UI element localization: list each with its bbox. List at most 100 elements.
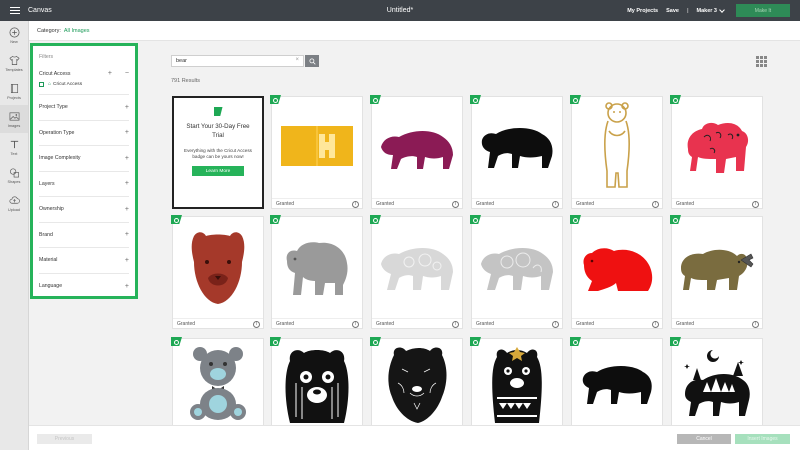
cancel-button[interactable]: Cancel	[677, 434, 731, 444]
app-title: Canvas	[28, 7, 52, 14]
image-card[interactable]	[470, 337, 563, 438]
filter-ownership[interactable]: Ownership +	[39, 197, 129, 223]
expand-icon[interactable]: +	[125, 231, 129, 238]
card-status: Granted	[676, 200, 695, 207]
make-it-button[interactable]: Make It	[736, 4, 790, 17]
shirt-icon	[8, 55, 20, 65]
rail-label: Text	[10, 151, 18, 156]
bear-head-sketch-image	[372, 339, 462, 427]
filter-operation-type[interactable]: Operation Type +	[39, 121, 129, 146]
filter-language[interactable]: Language +	[39, 274, 129, 300]
filter-label: Language	[39, 283, 63, 290]
search-button[interactable]	[305, 55, 319, 67]
image-card[interactable]: Granted i	[670, 215, 763, 329]
menu-icon[interactable]	[10, 6, 20, 15]
filter-label: Brand	[39, 231, 53, 238]
info-icon[interactable]: i	[752, 200, 759, 208]
image-card[interactable]	[570, 337, 663, 438]
card-status: Granted	[676, 320, 695, 327]
info-icon[interactable]: i	[552, 200, 559, 208]
plus-circle-icon	[9, 27, 19, 37]
image-card[interactable]: Granted i	[270, 95, 363, 209]
black-bear-image	[472, 97, 562, 195]
grid-view-icon[interactable]	[756, 56, 767, 67]
image-card[interactable]: Granted i	[570, 215, 663, 329]
filter-label: Image Complexity	[39, 155, 81, 162]
image-card[interactable]	[670, 337, 763, 438]
expand-icon[interactable]: +	[125, 155, 129, 162]
save-link[interactable]: Save	[666, 8, 679, 14]
image-card[interactable]: Granted i	[570, 95, 663, 209]
my-projects-link[interactable]: My Projects	[627, 8, 658, 14]
filter-brand[interactable]: Brand +	[39, 223, 129, 248]
info-icon[interactable]: i	[352, 200, 359, 208]
info-icon[interactable]: i	[552, 320, 559, 328]
rail-label: New	[10, 39, 18, 44]
expand-icon[interactable]: +	[125, 283, 129, 290]
card-footer: Granted i	[672, 318, 762, 328]
brown-bear-head-image	[173, 217, 263, 315]
rail-new[interactable]: New	[0, 21, 28, 49]
topbar-divider: |	[686, 7, 689, 14]
filter-project-type[interactable]: Project Type +	[39, 95, 129, 121]
image-card[interactable]	[370, 337, 463, 438]
rail-text[interactable]: Text	[0, 133, 28, 161]
info-icon[interactable]: i	[652, 200, 659, 208]
filter-image-complexity[interactable]: Image Complexity +	[39, 146, 129, 172]
info-icon[interactable]: i	[452, 320, 459, 328]
image-card[interactable]: Granted i	[470, 215, 563, 329]
image-card[interactable]: Granted i	[270, 215, 363, 329]
rail-templates[interactable]: Templates	[0, 49, 28, 77]
image-card[interactable]: Granted i	[370, 95, 463, 209]
expand-icon[interactable]: +	[125, 180, 129, 187]
upload-icon	[9, 196, 20, 204]
category-selector[interactable]: All Images	[64, 28, 90, 34]
image-card[interactable]	[270, 337, 363, 438]
image-card[interactable]	[171, 337, 264, 438]
info-icon[interactable]: i	[652, 320, 659, 328]
filter-layers[interactable]: Layers +	[39, 172, 129, 197]
red-sitting-bear-image	[572, 217, 662, 315]
image-card[interactable]: Granted i	[470, 95, 563, 209]
promo-title: Start Your 30-Day Free Trial	[186, 123, 250, 139]
results-count: 791 Results	[171, 78, 201, 84]
insert-images-button[interactable]: Insert Images	[735, 434, 790, 444]
card-status: Granted	[276, 320, 295, 327]
rail-shapes[interactable]: Shapes	[0, 161, 28, 189]
chevron-down-icon	[719, 6, 725, 13]
expand-icon[interactable]: +	[125, 206, 129, 213]
rail-label: Templates	[5, 67, 23, 72]
filter-label: Layers	[39, 180, 55, 187]
info-icon[interactable]: i	[352, 320, 359, 328]
image-card[interactable]: Granted i	[370, 215, 463, 329]
cricut-access-checkbox[interactable]	[39, 81, 44, 87]
expand-icon[interactable]: +	[125, 257, 129, 264]
info-icon[interactable]: i	[752, 320, 759, 328]
collapse-icon[interactable]: −	[125, 70, 129, 77]
learn-more-button[interactable]: Learn More	[192, 166, 244, 176]
olive-bear-fish-image	[672, 217, 762, 315]
image-card[interactable]: Granted i	[670, 95, 763, 209]
rail-upload[interactable]: Upload	[0, 189, 28, 217]
card-footer: Granted i	[572, 198, 662, 208]
rail-projects[interactable]: Projects	[0, 77, 28, 105]
expand-icon[interactable]: +	[125, 129, 129, 136]
teddy-bear-image	[173, 339, 263, 427]
machine-selector[interactable]: Maker 3	[697, 6, 725, 14]
document-title[interactable]: Untitled*	[387, 7, 413, 14]
info-icon[interactable]: i	[452, 200, 459, 208]
info-icon[interactable]: i	[253, 320, 260, 328]
gray-mandala-bear-image	[472, 217, 562, 315]
promo-body: Everything with the Cricut Access badge …	[184, 148, 252, 159]
card-status: Granted	[276, 200, 295, 207]
clear-icon[interactable]: ×	[295, 57, 299, 63]
card-footer: Granted i	[472, 198, 562, 208]
image-card[interactable]: Granted i	[171, 215, 264, 329]
rail-images[interactable]: Images	[0, 105, 28, 133]
expand-icon[interactable]: +	[125, 104, 129, 111]
search-input[interactable]: bear ×	[171, 55, 304, 67]
filter-material[interactable]: Material +	[39, 248, 129, 274]
expand-icon[interactable]: +	[108, 70, 112, 77]
previous-button[interactable]: Previous	[37, 434, 92, 444]
tribal-bear-image	[472, 339, 562, 427]
